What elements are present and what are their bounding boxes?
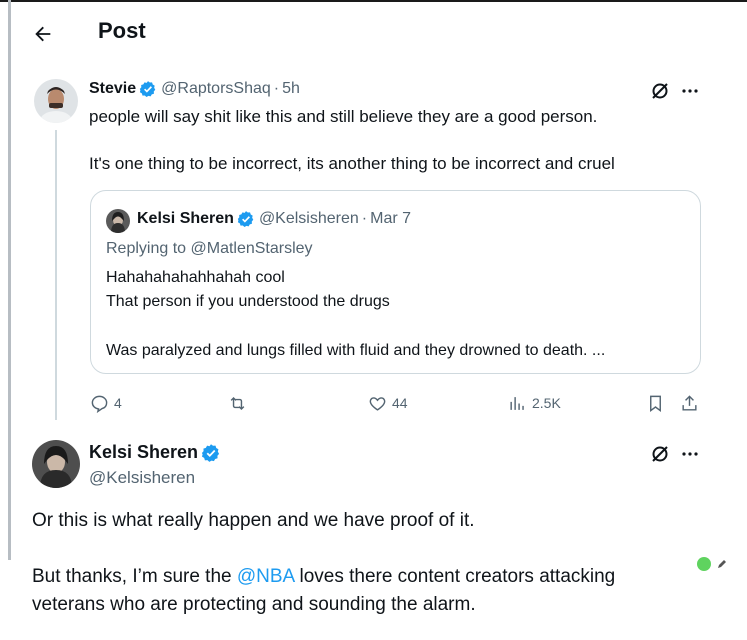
- retweet-button[interactable]: [228, 392, 247, 414]
- quoted-text-line: Hahahahahahhahah cool: [106, 269, 285, 286]
- reply-text-line: Or this is what really happen and we hav…: [32, 510, 475, 531]
- timestamp[interactable]: 5h: [282, 80, 300, 98]
- separator-dot: ·: [273, 80, 280, 97]
- grok-icon[interactable]: [650, 81, 670, 101]
- status-dot: [697, 557, 711, 571]
- page-title: Post: [98, 18, 146, 43]
- verified-badge-icon: [201, 443, 221, 463]
- quoted-tweet-header: Kelsi Sheren @Kelsisheren · Mar 7: [137, 210, 411, 228]
- reply-text-line: But thanks, I’m sure the @NBA loves ther…: [32, 564, 615, 590]
- replying-to: Replying to @MatlenStarsley: [106, 240, 313, 257]
- more-icon[interactable]: [680, 444, 700, 464]
- reply-text-segment: loves there content creators attacking: [294, 566, 616, 587]
- reply-author-name-row: Kelsi Sheren: [89, 442, 221, 463]
- tweet-text-line: It's one thing to be incorrect, its anot…: [89, 154, 615, 173]
- quoted-tweet[interactable]: Kelsi Sheren @Kelsisheren · Mar 7 Replyi…: [90, 190, 701, 374]
- top-border: [0, 0, 747, 2]
- reply-text-segment: But thanks, I’m sure the: [32, 566, 237, 587]
- back-arrow-icon[interactable]: [31, 22, 55, 46]
- quoted-author-name: Kelsi Sheren: [137, 210, 234, 227]
- like-icon: [369, 396, 386, 411]
- author-handle[interactable]: @RaptorsShaq: [161, 80, 271, 98]
- avatar[interactable]: [32, 440, 80, 488]
- quoted-author-handle: @Kelsisheren: [258, 210, 359, 227]
- tweet-header: Stevie @RaptorsShaq · 5h: [89, 80, 300, 98]
- verified-badge-icon: [237, 210, 255, 228]
- avatar: [106, 209, 130, 233]
- views-icon: [510, 396, 524, 410]
- more-icon[interactable]: [680, 81, 700, 101]
- reply-author-name[interactable]: Kelsi Sheren: [89, 442, 198, 463]
- retweet-icon: [230, 396, 245, 410]
- thread-line: [55, 130, 57, 420]
- header: Post: [0, 12, 747, 56]
- separator-dot: ·: [361, 210, 368, 227]
- like-button[interactable]: 44: [368, 392, 408, 414]
- reply-icon: [91, 395, 108, 413]
- quoted-timestamp: Mar 7: [370, 210, 412, 227]
- reply-author-handle[interactable]: @Kelsisheren: [89, 468, 195, 488]
- share-icon: [682, 394, 697, 411]
- pencil-icon[interactable]: [716, 557, 728, 569]
- reply-text-line: veterans who are protecting and sounding…: [32, 594, 476, 615]
- action-bar: 4 44 2.5K: [90, 392, 705, 416]
- grok-icon[interactable]: [650, 444, 670, 464]
- like-count: 44: [392, 395, 408, 411]
- mention-link[interactable]: @NBA: [237, 566, 294, 587]
- views-count: 2.5K: [532, 395, 561, 411]
- bookmark-button[interactable]: [646, 392, 665, 414]
- quoted-text-line: That person if you understood the drugs: [106, 293, 390, 310]
- views-button[interactable]: 2.5K: [508, 392, 561, 414]
- avatar[interactable]: [34, 79, 78, 123]
- share-button[interactable]: [680, 392, 699, 414]
- quoted-text-line: Was paralyzed and lungs filled with flui…: [106, 342, 606, 359]
- reply-count: 4: [114, 395, 122, 411]
- reply-button[interactable]: 4: [90, 392, 122, 414]
- left-rule: [8, 0, 11, 560]
- verified-badge-icon: [139, 80, 157, 98]
- tweet-text-line: people will say shit like this and still…: [89, 107, 598, 126]
- bookmark-icon: [650, 395, 661, 412]
- author-name[interactable]: Stevie: [89, 80, 136, 98]
